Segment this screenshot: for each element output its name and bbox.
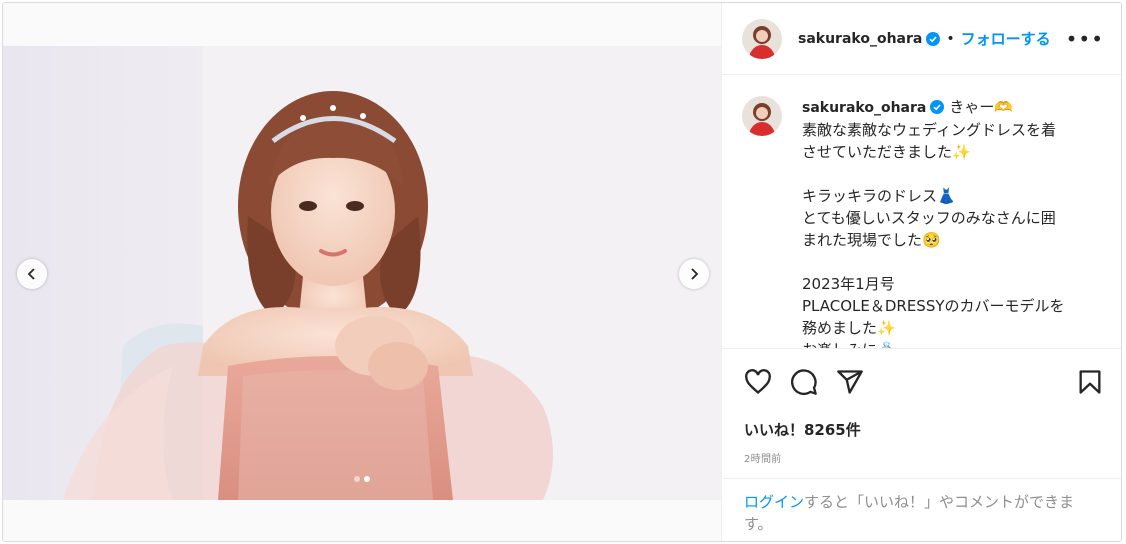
post-photo[interactable] <box>3 46 721 500</box>
avatar[interactable] <box>742 18 782 59</box>
paper-plane-icon[interactable] <box>836 368 864 396</box>
caption-line: きゃー🫶 <box>949 98 1014 116</box>
photo-illustration <box>3 46 721 500</box>
login-prompt: ログインすると「いいね！」やコメントができます。 <box>722 478 1121 541</box>
caption-line: 2023年1月号 <box>802 275 895 293</box>
bookmark-icon[interactable] <box>1076 368 1104 396</box>
post-side-panel: sakurako_ohara • フォローする ••• sakurako_oha… <box>721 3 1121 541</box>
carousel-prev-button[interactable] <box>17 259 47 289</box>
caption-row: sakurako_ohara きゃー🫶 素敵な素敵なウェディングドレスを着 させて… <box>722 76 1121 348</box>
likes-count[interactable]: いいね！8265件 <box>744 419 861 440</box>
caption-line: PLACOLE＆DRESSYのカバーモデルを <box>802 297 1065 315</box>
post-media <box>3 3 721 541</box>
verified-badge-icon <box>926 31 941 46</box>
verified-badge-icon <box>930 100 945 114</box>
post-header: sakurako_ohara • フォローする ••• <box>722 3 1121 75</box>
chevron-left-icon <box>27 268 35 280</box>
caption-username[interactable]: sakurako_ohara <box>802 100 926 116</box>
comment-icon[interactable] <box>790 368 818 396</box>
login-link[interactable]: ログイン <box>744 493 804 511</box>
caption-line: とても優しいスタッフのみなさんに囲 <box>802 209 1056 227</box>
post-username[interactable]: sakurako_ohara <box>798 31 922 47</box>
post-card: sakurako_ohara • フォローする ••• sakurako_oha… <box>2 2 1122 542</box>
follow-button[interactable]: フォローする <box>961 28 1051 49</box>
carousel-dots <box>3 476 721 482</box>
carousel-dot <box>354 476 360 482</box>
carousel-next-button[interactable] <box>679 259 709 289</box>
action-bar <box>722 348 1121 414</box>
more-options-button[interactable]: ••• <box>1066 27 1104 51</box>
caption-line: 素敵な素敵なウェディングドレスを着 <box>802 121 1056 139</box>
caption-avatar[interactable] <box>742 96 782 136</box>
chevron-right-icon <box>691 268 699 280</box>
caption-first-line: sakurako_ohara きゃー🫶 <box>802 96 1102 119</box>
caption-line: キラッキラのドレス👗 <box>802 187 956 205</box>
carousel-dot-active <box>364 476 370 482</box>
caption-line: まれた現場でした🥺 <box>802 231 941 249</box>
post-timestamp[interactable]: 2時間前 <box>744 450 782 465</box>
separator-dot: • <box>946 30 955 47</box>
caption-line: させていただきました✨ <box>802 143 971 161</box>
heart-icon[interactable] <box>744 368 772 396</box>
caption-text: sakurako_ohara きゃー🫶 素敵な素敵なウェディングドレスを着 させて… <box>802 96 1102 348</box>
caption-line: お楽しみに💍 <box>802 339 1102 348</box>
caption-area: sakurako_ohara きゃー🫶 素敵な素敵なウェディングドレスを着 させて… <box>722 76 1121 348</box>
caption-line: 務めました✨ <box>802 319 896 337</box>
